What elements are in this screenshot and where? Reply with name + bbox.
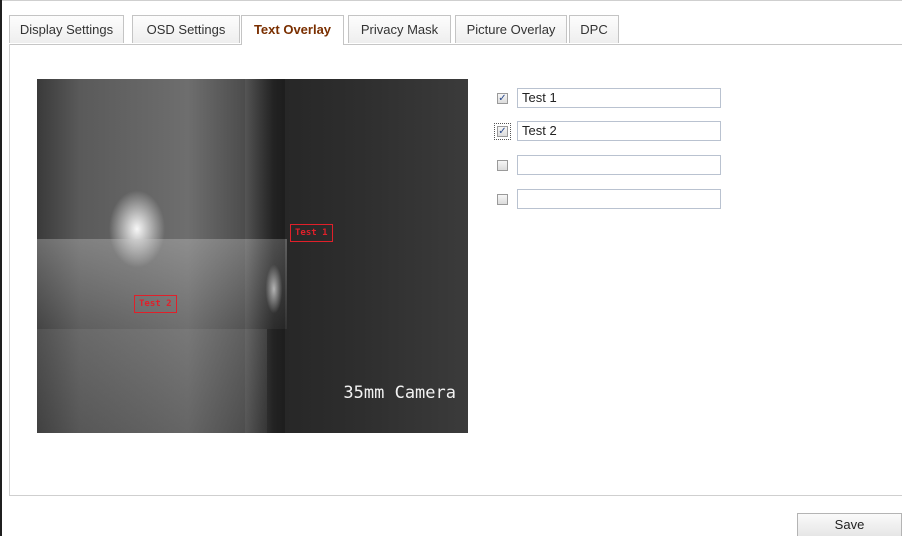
overlay-3-text-field[interactable] bbox=[517, 155, 721, 175]
overlay-1-checkbox[interactable]: ✓ bbox=[497, 93, 508, 104]
tab-dpc[interactable]: DPC bbox=[569, 15, 619, 43]
overlay-row-2: ✓ Test 2 bbox=[493, 121, 723, 143]
overlay-row-3 bbox=[493, 155, 723, 177]
overlay-2-text-field[interactable]: Test 2 bbox=[517, 121, 721, 141]
camera-name-label: 35mm Camera bbox=[343, 383, 456, 403]
tab-display-settings[interactable]: Display Settings bbox=[9, 15, 124, 43]
tab-privacy-mask[interactable]: Privacy Mask bbox=[348, 15, 451, 43]
tab-picture-overlay[interactable]: Picture Overlay bbox=[455, 15, 567, 43]
overlay-row-1: ✓ Test 1 bbox=[493, 88, 723, 110]
overlay-box-test-2[interactable]: Test 2 bbox=[134, 295, 177, 313]
overlay-row-4 bbox=[493, 189, 723, 211]
tab-text-overlay[interactable]: Text Overlay bbox=[241, 15, 344, 45]
video-preview[interactable]: Test 1 Test 2 35mm Camera bbox=[37, 79, 468, 433]
settings-tabs: Display Settings OSD Settings Text Overl… bbox=[9, 15, 902, 45]
tab-osd-settings[interactable]: OSD Settings bbox=[132, 15, 240, 43]
overlay-box-test-1[interactable]: Test 1 bbox=[290, 224, 333, 242]
overlay-1-text-field[interactable]: Test 1 bbox=[517, 88, 721, 108]
video-scene-pillar bbox=[245, 79, 285, 433]
save-button[interactable]: Save bbox=[797, 513, 902, 536]
overlay-2-checkbox[interactable]: ✓ bbox=[494, 123, 511, 140]
overlay-4-checkbox[interactable] bbox=[497, 194, 508, 205]
video-scene-floor bbox=[37, 329, 267, 433]
overlay-3-checkbox[interactable] bbox=[497, 160, 508, 171]
window-top-border bbox=[0, 0, 902, 1]
window-left-border bbox=[0, 0, 2, 536]
overlay-4-text-field[interactable] bbox=[517, 189, 721, 209]
